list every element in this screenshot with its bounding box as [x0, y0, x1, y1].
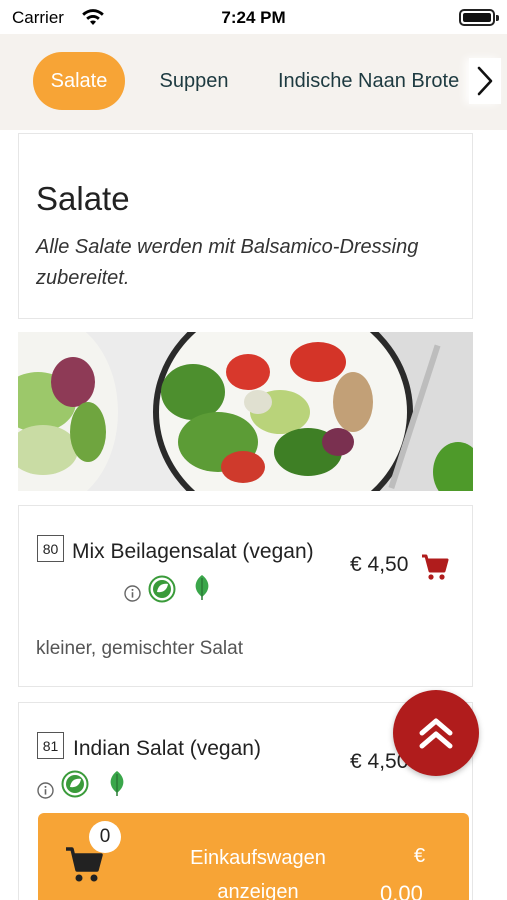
chevron-right-icon — [477, 66, 493, 96]
vegan-icon — [61, 770, 89, 798]
info-icon[interactable] — [124, 585, 141, 602]
clock: 7:24 PM — [221, 8, 286, 27]
scroll-top-button[interactable] — [393, 690, 479, 776]
product-name: Indian Salat (vegan) — [73, 737, 261, 760]
cart-total-currency: € — [414, 845, 426, 867]
battery-icon — [459, 9, 499, 26]
category-next-button[interactable] — [469, 58, 501, 104]
product-price: € 4,50 — [350, 553, 409, 576]
section-title: Salate — [36, 180, 130, 217]
status-bar: Carrier 7:24 PM — [0, 0, 507, 34]
section-description: Alle Salate werden mit Balsamico-Dressin… — [36, 236, 419, 289]
product-card[interactable]: 80 Mix Beilagensalat (vegan) € 4,50 klei… — [18, 505, 473, 687]
view-cart-label: Einkaufswagen anzeigen — [190, 847, 326, 900]
category-bar: Salate Suppen Indische Naan Brote — [0, 34, 507, 130]
category-tab-salate[interactable]: Salate — [33, 52, 125, 110]
category-tab-indische-naan-brote[interactable]: Indische Naan Brote — [270, 52, 475, 110]
view-cart-bar[interactable]: 0 Einkaufswagen anzeigen € 0,00 — [38, 813, 469, 900]
cart-total-value: 0,00 — [380, 881, 423, 900]
section-header-card: Salate Alle Salate werden mit Balsamico-… — [18, 133, 473, 319]
info-icon[interactable] — [37, 782, 54, 799]
product-number: 81 — [37, 732, 64, 759]
add-to-cart-icon[interactable] — [420, 552, 450, 582]
vegan-icon — [148, 575, 176, 603]
product-name: Mix Beilagensalat (vegan) — [72, 540, 314, 563]
leaf-icon — [110, 771, 124, 796]
category-tab-suppen[interactable]: Suppen — [148, 52, 240, 110]
scroll-top-icon — [419, 718, 453, 749]
product-description: kleiner, gemischter Salat — [36, 638, 243, 659]
cart-count-badge: 0 — [89, 821, 121, 853]
section-banner-image — [18, 332, 473, 491]
leaf-icon — [195, 575, 209, 600]
